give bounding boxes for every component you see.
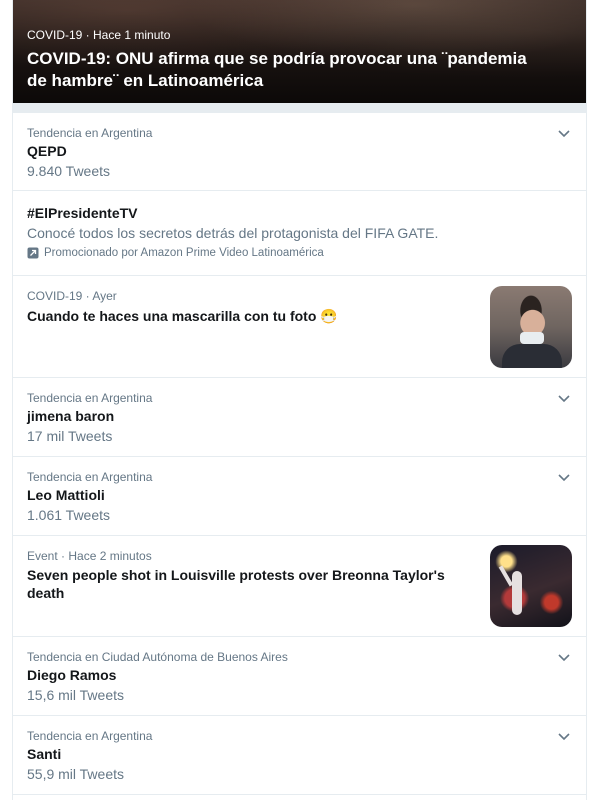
trend-item[interactable]: Tendencia en Argentina Leo Mattioli 1.06… (13, 457, 586, 536)
chevron-down-icon[interactable] (556, 390, 572, 406)
promoted-label: Promocionado por Amazon Prime Video Lati… (27, 245, 586, 261)
trends-panel: COVID-19 · Hace 1 minuto COVID-19: ONU a… (12, 0, 587, 800)
trend-count: 55,9 mil Tweets (27, 766, 125, 782)
trend-name: Diego Ramos (27, 667, 117, 683)
trend-name: Leo Mattioli (27, 487, 105, 503)
trend-item[interactable]: Tendencia en Argentina QEPD 9.840 Tweets (13, 113, 586, 191)
trend-context: Tendencia en Argentina (27, 470, 153, 484)
trend-item[interactable]: Tendencia en Ciudad Autónoma de Buenos A… (13, 637, 586, 716)
trend-name: Santi (27, 746, 62, 762)
news-thumbnail (490, 286, 572, 368)
news-headline: Seven people shot in Louisville protests… (27, 567, 445, 601)
news-thumbnail (490, 545, 572, 627)
promoted-icon (27, 247, 39, 259)
trend-context: Tendencia en Ciudad Autónoma de Buenos A… (27, 650, 288, 664)
chevron-down-icon[interactable] (556, 728, 572, 744)
trend-item[interactable]: Tendencia en Argentina Santi 55,9 mil Tw… (13, 716, 586, 795)
trend-context: Tendencia en Argentina (27, 391, 153, 405)
promoted-text: Promocionado por Amazon Prime Video Lati… (44, 247, 324, 259)
news-item[interactable]: Event · Hace 2 minutos Seven people shot… (13, 536, 586, 637)
promo-description: Conocé todos los secretos detrás del pro… (27, 225, 439, 241)
trend-name: QEPD (27, 143, 67, 159)
trend-name: #ElPresidenteTV (27, 205, 138, 221)
divider (13, 103, 586, 113)
trend-context: Tendencia en Argentina (27, 126, 153, 140)
trend-item[interactable]: Tendencia en Argentina jimena baron 17 m… (13, 378, 586, 457)
trend-count: 17 mil Tweets (27, 428, 113, 444)
chevron-down-icon[interactable] (556, 125, 572, 141)
trend-count: 9.840 Tweets (27, 163, 111, 179)
news-hero[interactable]: COVID-19 · Hace 1 minuto COVID-19: ONU a… (13, 0, 586, 103)
trend-count: 15,6 mil Tweets (27, 687, 125, 703)
trend-count: 1.061 Tweets (27, 507, 111, 523)
chevron-down-icon[interactable] (556, 469, 572, 485)
promoted-item[interactable]: #ElPresidenteTV Conocé todos los secreto… (13, 191, 586, 276)
hero-meta: COVID-19 · Hace 1 minuto (27, 28, 171, 42)
trend-context: Tendencia en Argentina (27, 729, 153, 743)
trend-name: jimena baron (27, 408, 115, 424)
hero-title: COVID-19: ONU afirma que se podría provo… (27, 49, 527, 90)
news-item[interactable]: COVID-19 · Ayer Cuando te haces una masc… (13, 276, 586, 378)
chevron-down-icon[interactable] (556, 649, 572, 665)
